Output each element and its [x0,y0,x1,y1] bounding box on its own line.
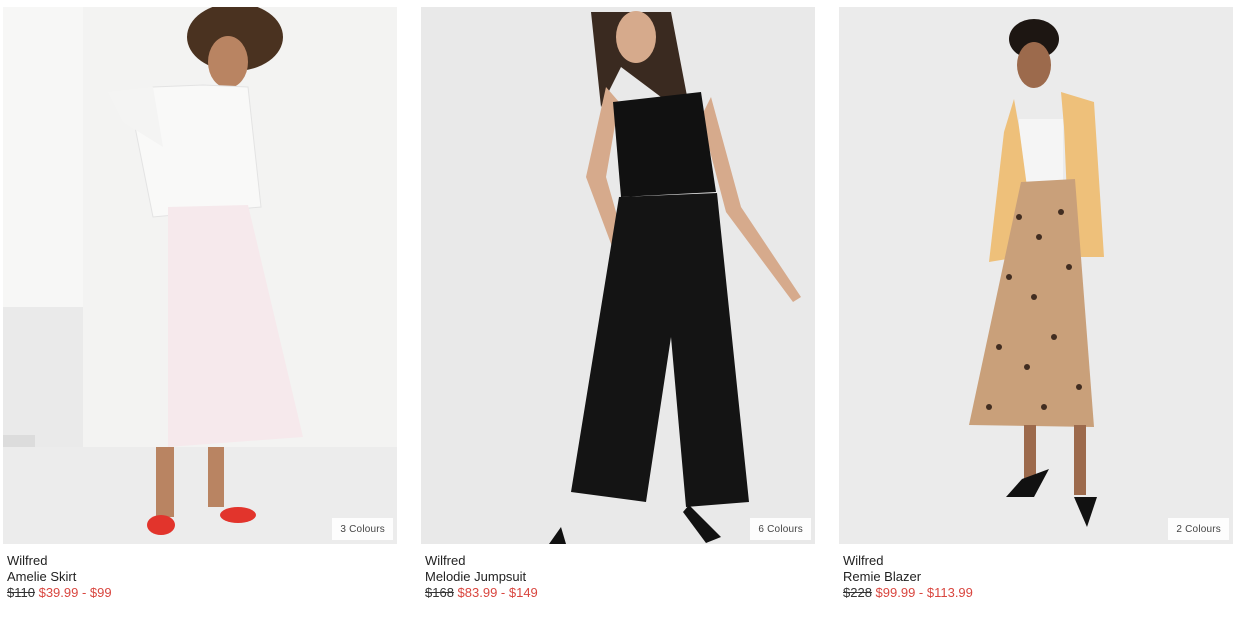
product-name-link[interactable]: Melodie Jumpsuit [425,569,815,585]
colours-badge[interactable]: 6 Colours [750,518,811,540]
product-photo-illustration [3,7,397,544]
product-info: Wilfred Amelie Skirt $110 $39.99 - $99 [3,544,397,601]
product-info: Wilfred Remie Blazer $228 $99.99 - $113.… [839,544,1233,601]
product-price: $228 $99.99 - $113.99 [843,585,1233,601]
colours-badge[interactable]: 3 Colours [332,518,393,540]
sale-price: $99.99 - $113.99 [875,585,973,600]
product-price: $168 $83.99 - $149 [425,585,815,601]
original-price: $168 [425,585,454,600]
product-price: $110 $39.99 - $99 [7,585,397,601]
product-name-link[interactable]: Amelie Skirt [7,569,397,585]
original-price: $110 [7,585,35,600]
product-image[interactable]: 3 Colours [3,7,397,544]
product-brand: Wilfred [843,553,884,568]
colours-badge[interactable]: 2 Colours [1168,518,1229,540]
sale-price: $39.99 - $99 [38,585,112,600]
product-image[interactable]: 6 Colours [421,7,815,544]
product-name-link[interactable]: Remie Blazer [843,569,1233,585]
product-card-melodie-jumpsuit: 6 Colours Wilfred Melodie Jumpsuit $168 … [421,7,815,601]
product-image[interactable]: 2 Colours [839,7,1233,544]
sale-price: $83.99 - $149 [457,585,538,600]
product-photo-illustration [421,7,815,544]
product-photo-illustration [839,7,1233,544]
product-grid: 3 Colours Wilfred Amelie Skirt $110 $39.… [0,0,1238,623]
product-card-amelie-skirt: 3 Colours Wilfred Amelie Skirt $110 $39.… [3,7,397,601]
product-card-remie-blazer: 2 Colours Wilfred Remie Blazer $228 $99.… [839,7,1233,601]
product-brand: Wilfred [7,553,48,568]
product-info: Wilfred Melodie Jumpsuit $168 $83.99 - $… [421,544,815,601]
product-brand: Wilfred [425,553,466,568]
original-price: $228 [843,585,872,600]
